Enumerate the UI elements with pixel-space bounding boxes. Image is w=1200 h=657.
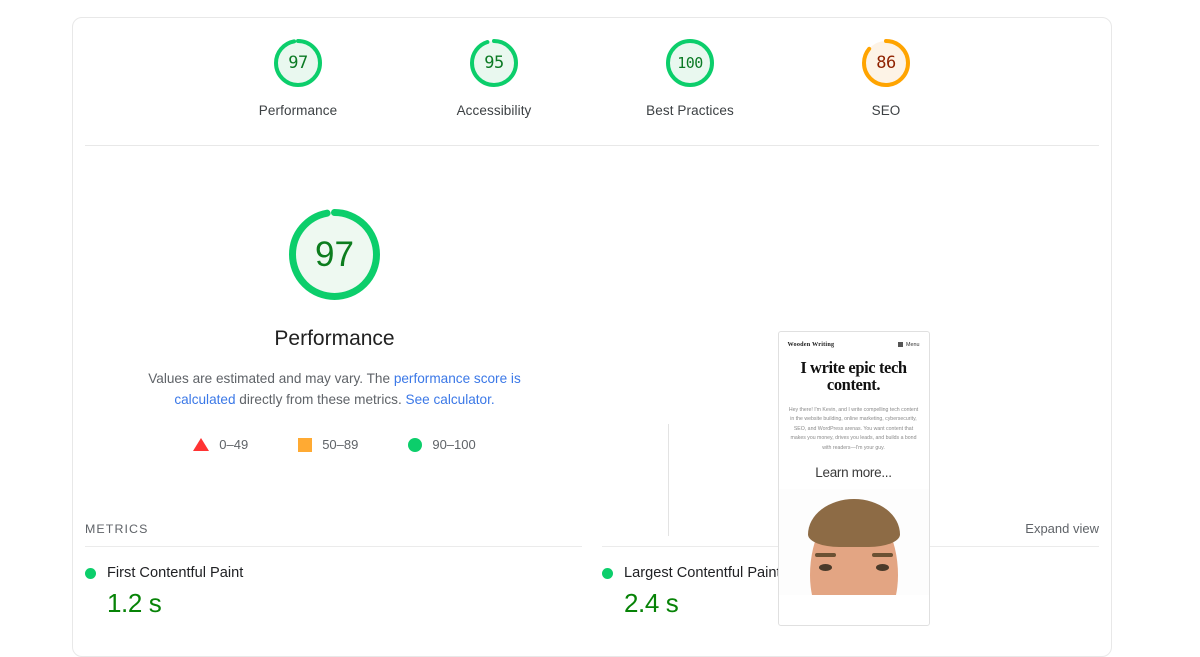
portrait-eyebrow-right (871, 553, 893, 558)
vertical-divider (668, 424, 669, 536)
performance-gauge-icon: 97 (283, 203, 386, 306)
portrait-eye-right (875, 564, 889, 572)
thumbnail-cta-link: Learn more... (815, 465, 892, 481)
score-item-seo[interactable]: 86 SEO (821, 35, 951, 118)
performance-panel: 97 Performance Values are estimated and … (73, 146, 596, 521)
score-item-best-practices[interactable]: 100 Best Practices (625, 35, 755, 118)
see-calculator-link[interactable]: See calculator. (406, 392, 495, 407)
score-legend: 0–49 50–89 90–100 (73, 437, 596, 452)
score-gauge-icon: 86 (858, 35, 914, 91)
metric-item-first-contentful-paint[interactable]: First Contentful Paint 1.2 s (85, 546, 582, 619)
metric-status-dot-icon (602, 568, 613, 579)
metrics-section-title: METRICS (85, 522, 149, 536)
score-label: Accessibility (456, 103, 532, 118)
triangle-marker-icon (193, 438, 210, 451)
legend-item-fail: 0–49 (193, 437, 248, 452)
metric-status-dot-icon (85, 568, 96, 579)
metric-name: First Contentful Paint (107, 565, 244, 581)
square-marker-icon (298, 437, 313, 452)
score-value: 95 (484, 53, 504, 73)
metric-name: Largest Contentful Paint (624, 565, 781, 581)
score-gauge-icon: 95 (466, 35, 522, 91)
legend-range: 90–100 (432, 437, 476, 452)
portrait-hair-shape (807, 499, 900, 548)
score-value: 97 (288, 53, 308, 73)
score-label: Performance (258, 103, 338, 118)
thumbnail-site-header: Wooden Writing Menu (779, 332, 929, 348)
page-screenshot-thumbnail[interactable]: Wooden Writing Menu I write epic tech co… (777, 331, 930, 626)
score-gauge-icon: 97 (270, 35, 326, 91)
legend-range: 0–49 (219, 437, 249, 452)
score-summary-strip: 97 Performance 95 Accessibility 100 Best… (73, 18, 1111, 145)
score-value: 100 (677, 54, 703, 72)
performance-score-value: 97 (315, 234, 354, 274)
score-gauge-icon: 100 (662, 35, 718, 91)
page-preview-panel: Wooden Writing Menu I write epic tech co… (596, 146, 1111, 626)
score-label: Best Practices (646, 103, 734, 118)
score-item-performance[interactable]: 97 Performance (233, 35, 363, 118)
circle-marker-icon (408, 437, 423, 452)
thumbnail-headline: I write epic tech content. (800, 358, 907, 394)
score-item-accessibility[interactable]: 95 Accessibility (429, 35, 559, 118)
metrics-columns: First Contentful Paint 1.2 s Largest Con… (85, 546, 1099, 619)
thumbnail-brand: Wooden Writing (787, 341, 835, 348)
legend-item-pass: 90–100 (408, 437, 476, 452)
metrics-header: METRICS Expand view (85, 521, 1099, 546)
metric-value: 1.2 s (107, 588, 162, 618)
legend-item-average: 50–89 (298, 437, 358, 452)
performance-description: Values are estimated and may vary. The p… (120, 368, 550, 410)
thumbnail-menu-button: Menu (898, 342, 920, 348)
thumbnail-body-text: Hey there! I'm Kevin, and I write compel… (788, 407, 919, 451)
lighthouse-report-card: 97 Performance 95 Accessibility 100 Best… (72, 17, 1112, 657)
thumbnail-menu-label: Menu (906, 341, 920, 348)
portrait-eyebrow-left (814, 553, 836, 558)
performance-title: Performance (274, 327, 395, 350)
score-value: 86 (876, 53, 896, 73)
expand-view-button[interactable]: Expand view (1025, 521, 1099, 536)
performance-section: 97 Performance Values are estimated and … (73, 146, 1111, 626)
score-label: SEO (871, 103, 901, 118)
description-text-part2: directly from these metrics. (235, 392, 406, 407)
metric-value: 2.4 s (624, 588, 679, 618)
portrait-eye-left (818, 564, 832, 572)
metrics-section: METRICS Expand view First Contentful Pai… (73, 521, 1111, 619)
thumbnail-portrait-photo (778, 489, 929, 596)
legend-range: 50–89 (322, 437, 359, 452)
description-text-part1: Values are estimated and may vary. The (148, 371, 394, 386)
hamburger-menu-icon (898, 342, 903, 347)
